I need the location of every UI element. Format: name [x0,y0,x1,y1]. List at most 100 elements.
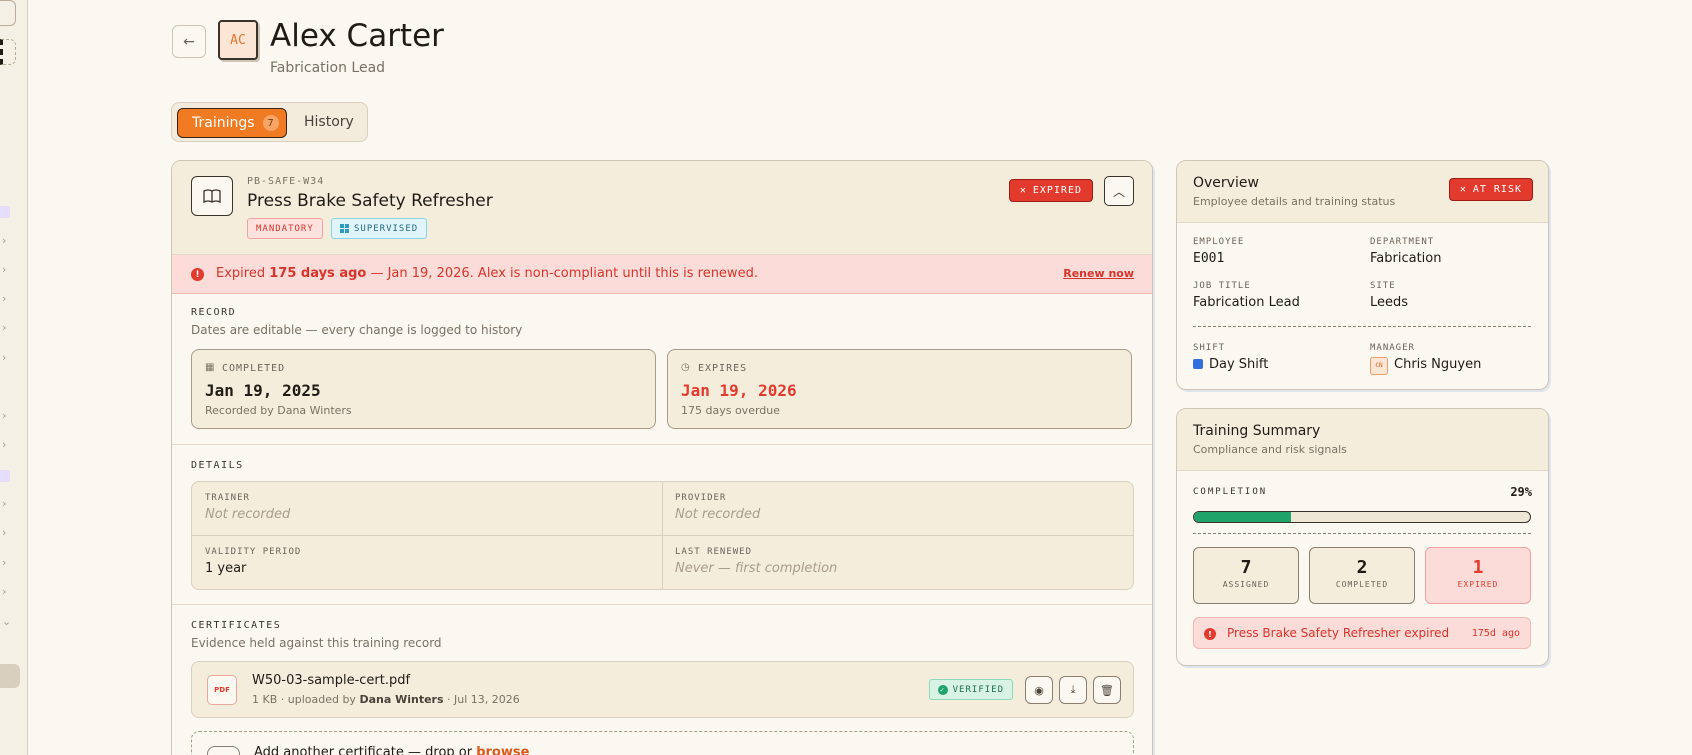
chevron-right-icon[interactable]: › [2,263,6,276]
cert-size: 1 KB · uploaded by [252,693,360,706]
chevron-down-icon[interactable]: ⌄ [2,615,11,628]
shift-value: Day Shift [1209,357,1269,372]
manager-avatar: CN [1370,357,1388,375]
training-card-header: PB-SAFE-W34 Press Brake Safety Refresher… [172,161,1152,255]
expired-label: EXPIRED [1032,185,1082,196]
completion-percent: 29% [1510,485,1532,499]
chevron-right-icon[interactable]: › [2,321,6,334]
training-title: Press Brake Safety Refresher [247,191,493,211]
shift-color-swatch [1193,359,1203,369]
record-section-label: RECORD [191,307,237,318]
alert-prefix: Expired [216,266,266,281]
chevron-right-icon[interactable]: › [2,351,6,364]
alert-message: Expired 175 days ago — Jan 19, 2026. Ale… [216,266,758,281]
certificates-section-sub: Evidence held against this training reco… [191,636,442,650]
collapse-button[interactable]: ︿ [1104,176,1134,206]
summary-title: Training Summary [1193,423,1321,439]
validity-field: VALIDITY PERIOD 1 year [192,536,662,590]
chevron-up-icon: ︿ [1112,184,1125,199]
shift-field: SHIFT Day Shift [1193,343,1268,372]
chevron-right-icon[interactable]: › [2,292,6,305]
job-title-value: Fabrication Lead [1193,295,1300,310]
dashed-divider [1193,533,1531,534]
sidebar-rail: › › › › › › › › › › › ⌄ [0,0,28,755]
chevron-right-icon[interactable]: › [2,234,6,247]
certificate-row: PDF W50-03-sample-cert.pdf 1 KB · upload… [191,661,1134,718]
tab-trainings-label: Trainings [192,115,255,131]
browse-link[interactable]: browse [476,745,529,755]
provider-field: PROVIDER Not recorded [662,482,1132,536]
add-cert-label: Add another certificate — drop or [254,745,477,755]
chevron-right-icon[interactable]: › [2,556,6,569]
chevron-right-icon[interactable]: › [2,438,6,451]
summary-header: Training Summary Compliance and risk sig… [1177,409,1548,471]
plus-icon [207,746,240,755]
certificates-section-label: CERTIFICATES [191,620,282,631]
chevron-right-icon[interactable]: › [2,585,6,598]
sidebar-active-block[interactable] [0,664,20,688]
assigned-stat: 7 ASSIGNED [1193,547,1299,604]
close-icon: ✕ [1019,185,1027,196]
employee-field: EMPLOYEE E001 [1193,237,1244,266]
expired-training-alert[interactable]: ! Press Brake Safety Refresher expired 1… [1193,617,1531,649]
tab-trainings[interactable]: Trainings 7 [177,108,287,138]
completed-stat-label: COMPLETED [1335,580,1389,589]
page-subtitle: Fabrication Lead [270,60,386,76]
mandatory-badge: MANDATORY [247,218,323,239]
check-icon: ✓ [937,684,948,695]
back-button[interactable]: ← [172,25,206,58]
details-section-label: DETAILS [191,460,244,471]
training-summary-card: Training Summary Compliance and risk sig… [1176,408,1549,666]
progress-fill [1194,512,1292,522]
download-button[interactable]: ⤓ [1059,676,1087,704]
chevron-right-icon[interactable]: › [2,526,6,539]
provider-label: PROVIDER [675,493,727,503]
verified-badge: ✓ VERIFIED [928,679,1013,700]
chevron-right-icon[interactable]: › [2,409,6,422]
arrow-left-icon: ← [183,33,195,50]
at-risk-label: AT RISK [1472,184,1522,195]
add-certificate-dropzone[interactable]: Add another certificate — drop or browse [191,731,1134,755]
last-renewed-label: LAST RENEWED [675,547,753,557]
expires-date-field[interactable]: ◷ EXPIRES Jan 19, 2026 175 days overdue [667,349,1132,429]
completion-label: COMPLETION [1193,487,1267,497]
site-value: Leeds [1370,295,1409,310]
record-section-sub: Dates are editable — every change is log… [191,323,523,337]
completed-label: COMPLETED [222,363,286,374]
sidebar-block[interactable] [0,0,16,26]
tab-history[interactable]: History [304,114,354,130]
divider [172,604,1152,605]
close-icon: ✕ [1459,184,1467,195]
completed-note: Recorded by Dana Winters [205,404,352,417]
shift-label: SHIFT [1193,343,1226,353]
certificate-filename[interactable]: W50-03-sample-cert.pdf [252,673,410,688]
department-value: Fabrication [1370,251,1442,266]
alert-icon: ! [191,268,204,281]
chevron-right-icon[interactable]: › [2,497,6,510]
manager-label: MANAGER [1370,343,1415,353]
grid-icon [340,224,349,233]
employee-value: E001 [1193,251,1225,266]
alert-icon: ! [1204,628,1216,640]
renew-now-link[interactable]: Renew now [1063,267,1134,280]
sidebar-block-dashed[interactable] [0,39,16,65]
delete-button[interactable]: 🗑 [1093,676,1121,704]
completed-date-field[interactable]: ▦ COMPLETED Jan 19, 2025 Recorded by Dan… [191,349,656,429]
training-card: PB-SAFE-W34 Press Brake Safety Refresher… [171,160,1153,755]
expires-note: 175 days overdue [681,404,781,417]
view-button[interactable]: ◉ [1025,676,1053,704]
expired-status-badge[interactable]: ✕ EXPIRED [1008,179,1093,202]
tab-bar: Trainings 7 History [171,102,368,142]
sidebar-tag [0,470,10,482]
summary-sub: Compliance and risk signals [1193,443,1347,456]
overview-sub: Employee details and training status [1193,195,1396,208]
expires-label: EXPIRES [698,363,748,374]
completed-value: Jan 19, 2025 [205,381,321,400]
alert-rest: — Jan 19, 2026. Alex is non-compliant un… [366,266,758,281]
employee-label: EMPLOYEE [1193,237,1245,247]
expired-stat: 1 EXPIRED [1425,547,1531,604]
assigned-label: ASSIGNED [1222,580,1270,589]
divider [172,444,1152,445]
assigned-count: 7 [1240,557,1252,578]
add-certificate-text: Add another certificate — drop or browse [254,745,529,755]
